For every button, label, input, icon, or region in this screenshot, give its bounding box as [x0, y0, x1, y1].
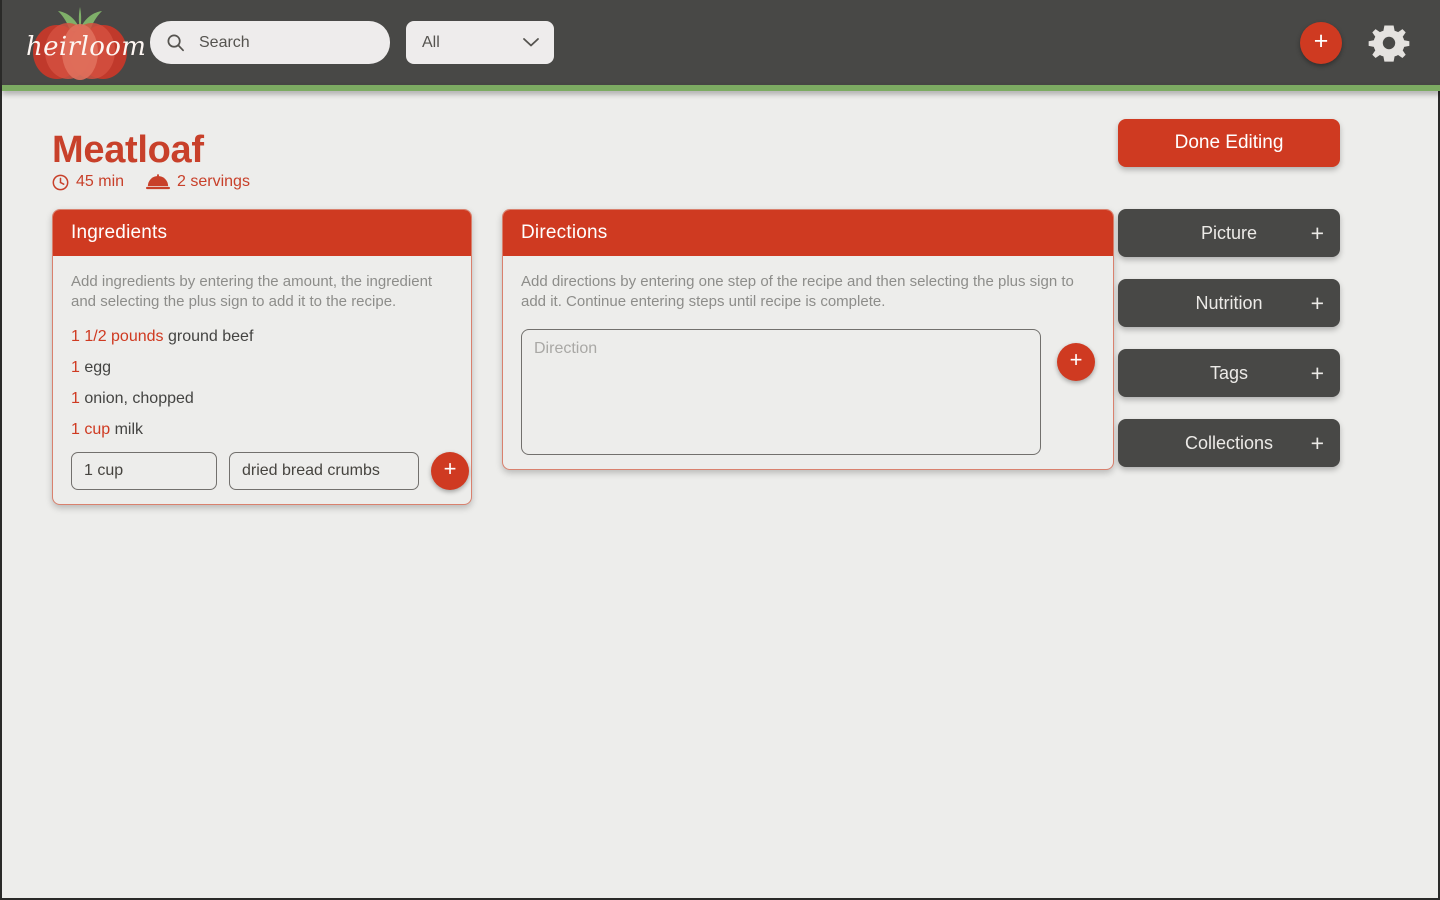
recipe-servings-label: 2 servings: [177, 173, 250, 190]
recipe-time-label: 45 min: [76, 173, 125, 190]
directions-card-body: Add directions by entering one step of t…: [503, 256, 1113, 469]
ingredient-row[interactable]: 1 1/2 pounds ground beef: [71, 328, 453, 346]
ingredient-amount: 1: [71, 358, 80, 376]
gear-icon[interactable]: [1366, 20, 1412, 66]
clock-icon: [52, 174, 69, 190]
ingredient-amount: 1 1/2 pounds: [71, 327, 164, 345]
ingredient-name: milk: [114, 420, 144, 438]
ingredient-row[interactable]: 1 onion, chopped: [71, 390, 453, 408]
ingredients-card-body: Add ingredients by entering the amount, …: [53, 256, 471, 504]
recipe-meta: 45 min 2 servings: [52, 173, 250, 191]
add-direction-button[interactable]: +: [1057, 342, 1095, 381]
directions-card: Directions Add directions by entering on…: [502, 209, 1114, 470]
directions-help-text: Add directions by entering one step of t…: [521, 273, 1074, 311]
recipe-servings: 2 servings: [146, 173, 250, 191]
accent-stripe: [2, 85, 1440, 91]
sidebar-item-label: Picture: [1200, 222, 1258, 243]
ingredient-amount: 1 cup: [71, 420, 111, 438]
ingredients-card-header: Ingredients: [53, 210, 471, 256]
ingredient-name: onion, chopped: [84, 389, 194, 407]
sidebar-item-label: Nutrition: [1195, 292, 1263, 313]
main-content: Meatloaf 45 min 2 servings Ingredients A…: [2, 91, 1438, 896]
ingredient-name-input[interactable]: [229, 451, 419, 490]
page-title: Meatloaf: [52, 129, 204, 171]
ingredient-amount: 1: [71, 389, 80, 407]
ingredients-list: 1 1/2 pounds ground beef 1 egg 1 onion, …: [71, 328, 453, 439]
direction-textarea[interactable]: [521, 328, 1041, 455]
filter-select[interactable]: All: [406, 21, 554, 64]
sidebar-section-buttons: Picture + Nutrition + Tags + Collections…: [1118, 209, 1340, 467]
search-placeholder: Search: [199, 33, 250, 51]
plus-icon: +: [1310, 289, 1324, 316]
sidebar-item-tags[interactable]: Tags +: [1118, 349, 1340, 397]
sidebar-item-picture[interactable]: Picture +: [1118, 209, 1340, 257]
add-recipe-button[interactable]: +: [1300, 21, 1342, 64]
recipe-time: 45 min: [52, 173, 124, 191]
ingredient-name: egg: [84, 358, 112, 376]
done-editing-button[interactable]: Done Editing: [1118, 119, 1340, 167]
ingredients-card: Ingredients Add ingredients by entering …: [52, 209, 472, 505]
tomato-logo-icon: [33, 6, 127, 80]
ingredient-name: ground beef: [167, 327, 254, 345]
add-ingredient-button[interactable]: +: [431, 451, 469, 490]
direction-entry-row: +: [521, 328, 1095, 455]
chevron-down-icon: [523, 38, 539, 47]
serving-dome-icon: [146, 174, 171, 190]
sidebar-item-label: Collections: [1184, 432, 1274, 453]
search-input[interactable]: Search: [150, 21, 390, 64]
ingredient-row[interactable]: 1 egg: [71, 359, 453, 377]
sidebar-item-collections[interactable]: Collections +: [1118, 419, 1340, 467]
sidebar-item-label: Tags: [1209, 362, 1249, 383]
app-header: heirloom Search All +: [2, 0, 1440, 85]
header-actions: +: [1300, 20, 1412, 66]
ingredients-help-text: Add ingredients by entering the amount, …: [71, 273, 433, 311]
search-icon: [167, 34, 184, 52]
plus-icon: +: [1310, 219, 1324, 246]
plus-icon: +: [1310, 429, 1324, 456]
ingredient-amount-input[interactable]: [71, 451, 217, 490]
ingredient-entry-row: +: [71, 451, 469, 490]
plus-icon: +: [1310, 359, 1324, 386]
ingredient-row[interactable]: 1 cup milk: [71, 421, 453, 439]
sidebar-item-nutrition[interactable]: Nutrition +: [1118, 279, 1340, 327]
filter-value: All: [422, 33, 440, 51]
tomato-logo[interactable]: heirloom: [26, 4, 146, 82]
directions-card-header: Directions: [503, 210, 1113, 256]
editor-sidebar: Done Editing Picture + Nutrition + Tags …: [1118, 119, 1340, 467]
